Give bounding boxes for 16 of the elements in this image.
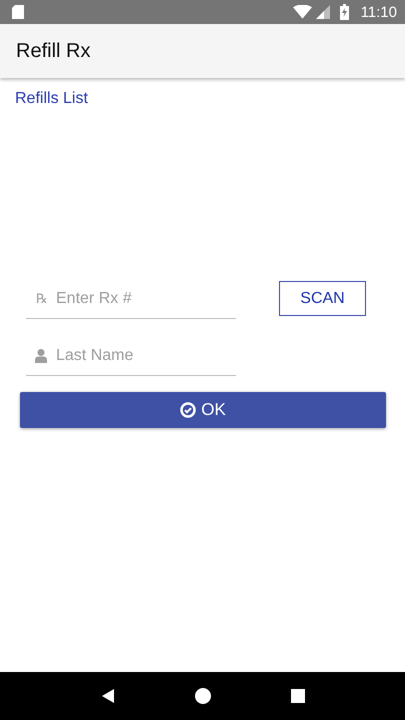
signal-icon: [316, 5, 330, 19]
scan-button[interactable]: SCAN: [279, 281, 366, 316]
home-icon[interactable]: [194, 688, 210, 704]
refills-list-link[interactable]: Refills List: [15, 90, 88, 108]
clock-time: 11:10: [360, 4, 397, 20]
ok-button[interactable]: OK: [20, 392, 386, 428]
prescription-icon: ℞: [36, 292, 48, 307]
back-icon[interactable]: [100, 688, 116, 704]
recents-icon[interactable]: [290, 688, 306, 704]
check-circle-icon: [180, 402, 196, 418]
last-name-field[interactable]: Last Name: [26, 337, 236, 376]
wifi-icon: [292, 5, 312, 19]
battery-icon: [340, 4, 349, 20]
person-icon: [35, 349, 47, 363]
sd-card-icon: [12, 5, 24, 19]
screen-title: Refill Rx: [16, 40, 90, 62]
